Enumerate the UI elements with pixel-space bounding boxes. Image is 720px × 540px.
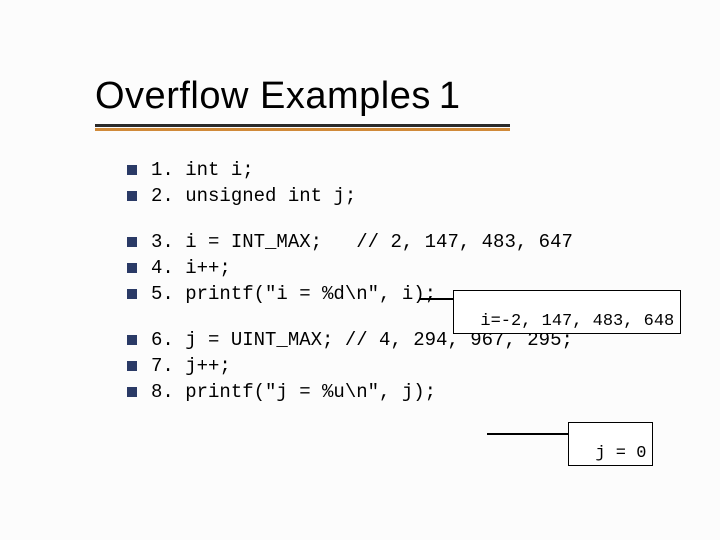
slide: Overflow Examples1 1. int i; 2. unsigned… bbox=[0, 0, 720, 405]
code-line: 4. i++; bbox=[127, 255, 720, 281]
code-text: 8. printf("j = %u\n", j); bbox=[151, 381, 436, 403]
bullet-icon bbox=[127, 361, 137, 371]
code-line: 3. i = INT_MAX; // 2, 147, 483, 647 bbox=[127, 229, 720, 255]
underline-dark bbox=[95, 124, 510, 127]
underline-light bbox=[95, 128, 510, 131]
code-text: 4. i++; bbox=[151, 257, 231, 279]
content: 1. int i; 2. unsigned int j; 3. i = INT_… bbox=[95, 157, 720, 405]
code-line: 2. unsigned int j; bbox=[127, 183, 720, 209]
code-text: 1. int i; bbox=[151, 159, 254, 181]
callout-text: j = 0 bbox=[595, 444, 646, 463]
title-suffix: 1 bbox=[439, 75, 461, 117]
connector-line bbox=[420, 298, 453, 300]
bullet-icon bbox=[127, 335, 137, 345]
callout-box: i=-2, 147, 483, 648 bbox=[453, 290, 681, 334]
bullet-icon bbox=[127, 289, 137, 299]
bullet-icon bbox=[127, 237, 137, 247]
code-line: 1. int i; bbox=[127, 157, 720, 183]
bullet-icon bbox=[127, 263, 137, 273]
code-group: 6. j = UINT_MAX; // 4, 294, 967, 295; 7.… bbox=[127, 327, 720, 405]
title-main: Overflow Examples bbox=[95, 75, 431, 117]
callout-box: j = 0 bbox=[568, 422, 653, 466]
code-text: 5. printf("i = %d\n", i); bbox=[151, 283, 436, 305]
callout-text: i=-2, 147, 483, 648 bbox=[480, 312, 674, 331]
code-text: 3. i = INT_MAX; // 2, 147, 483, 647 bbox=[151, 231, 573, 253]
code-line: 8. printf("j = %u\n", j); bbox=[127, 379, 720, 405]
bullet-icon bbox=[127, 191, 137, 201]
title-underline bbox=[95, 124, 510, 131]
code-text: 7. j++; bbox=[151, 355, 231, 377]
bullet-icon bbox=[127, 165, 137, 175]
bullet-icon bbox=[127, 387, 137, 397]
code-line: 7. j++; bbox=[127, 353, 720, 379]
connector-line bbox=[487, 433, 569, 435]
code-text: 2. unsigned int j; bbox=[151, 185, 356, 207]
page-title: Overflow Examples1 bbox=[95, 75, 720, 118]
code-group: 1. int i; 2. unsigned int j; bbox=[127, 157, 720, 209]
